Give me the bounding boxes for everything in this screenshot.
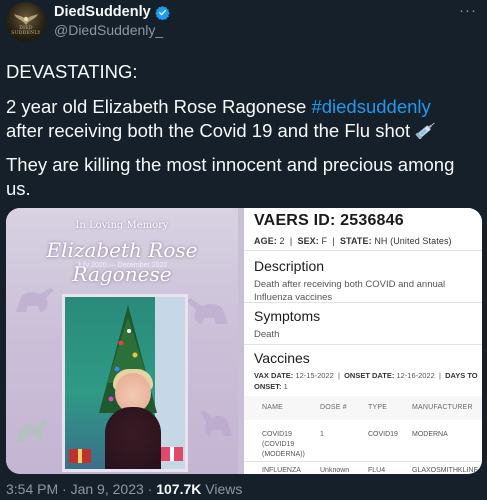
vaccine-dose: 1 [320, 431, 324, 438]
column-header: MANUFACTURER [412, 404, 473, 411]
vaers-id: VAERS ID: 2536846 [254, 212, 404, 229]
vaers-report-image[interactable]: VAERS ID: 2536846 AGE: 2 | SEX: F | STAT… [244, 208, 482, 474]
verified-badge-icon [154, 5, 170, 20]
dinosaur-decoration-icon [200, 410, 232, 436]
vaccine-type: FLU4 [368, 467, 386, 474]
dinosaur-decoration-icon [186, 298, 228, 324]
tweet-header: DIED SUDDENLY DiedSuddenly @DiedSuddenly… [0, 0, 487, 46]
views-count: 107.7K [156, 481, 202, 497]
avatar[interactable]: DIED SUDDENLY [6, 2, 46, 42]
vaccine-manufacturer: MODERNA [412, 431, 448, 438]
gift-icon [161, 447, 183, 461]
symptoms-text: Death [254, 329, 280, 340]
memorial-image[interactable]: In Loving Memory Elizabeth Rose Ragonese… [6, 208, 238, 474]
tweet-text-suffix: after receiving both the Covid 19 and th… [6, 120, 411, 141]
tweet-footer: 3:54 PM · Jan 9, 2023 · 107.7K Views [6, 481, 243, 497]
memorial-label: In Loving Memory [75, 220, 169, 231]
display-name[interactable]: DiedSuddenly [54, 4, 151, 20]
vaccines-title: Vaccines [254, 350, 310, 366]
description-title: Description [254, 258, 325, 274]
more-options-icon[interactable]: ··· [459, 2, 477, 19]
handle[interactable]: @DiedSuddenly_ [54, 22, 163, 38]
column-header: NAME [262, 404, 284, 411]
symptoms-title: Symptoms [254, 308, 321, 324]
dinosaur-decoration-icon [16, 420, 48, 442]
vaccine-table-header: NAME DOSE # TYPE MANUFACTURER [244, 396, 482, 420]
vaccine-dates: VAX DATE: 12-15-2022 | ONSET DATE: 12-16… [254, 371, 478, 391]
child-photo [62, 294, 188, 472]
tweet-line-1: DEVASTATING: [6, 61, 138, 82]
tweet-date[interactable]: Jan 9, 2023 [71, 481, 144, 497]
vaccine-name: COVID19 (COVID19 (MODERNA)) [262, 431, 305, 458]
tweet-time[interactable]: 3:54 PM [6, 481, 58, 497]
syringe-emoji-icon [415, 122, 436, 139]
views-label: Views [205, 481, 243, 497]
avatar-text: DIED SUDDENLY [11, 26, 41, 36]
tweet-line-2: 2 year old Elizabeth Rose Ragonese #died… [6, 95, 482, 143]
vaccine-manufacturer: GLAXOSMITHKLINE BIOLOGICALS [412, 467, 479, 474]
description-text: Death after receiving both COVID and ann… [254, 279, 446, 303]
child-dress [105, 407, 161, 469]
hashtag-link[interactable]: #diedsuddenly [311, 96, 430, 117]
vaccine-name: INFLUENZA (SEASONAL) [262, 467, 301, 474]
vaers-demographics: AGE: 2 | SEX: F | STATE: NH (United Stat… [254, 236, 452, 246]
tweet-line-3: They are killing the most innocent and p… [6, 154, 455, 199]
tweet-text-prefix: 2 year old Elizabeth Rose Ragonese [6, 96, 312, 117]
tweet-media[interactable]: In Loving Memory Elizabeth Rose Ragonese… [6, 208, 482, 474]
vaccine-type: COVID19 [368, 431, 398, 438]
gift-icon [69, 449, 91, 463]
memorial-dates: July 2020 — December 2022 [76, 262, 168, 269]
vaccine-dose: Unknown [320, 467, 350, 474]
wings-icon [14, 14, 38, 25]
column-header: TYPE [368, 404, 388, 411]
column-header: DOSE # [320, 404, 347, 411]
